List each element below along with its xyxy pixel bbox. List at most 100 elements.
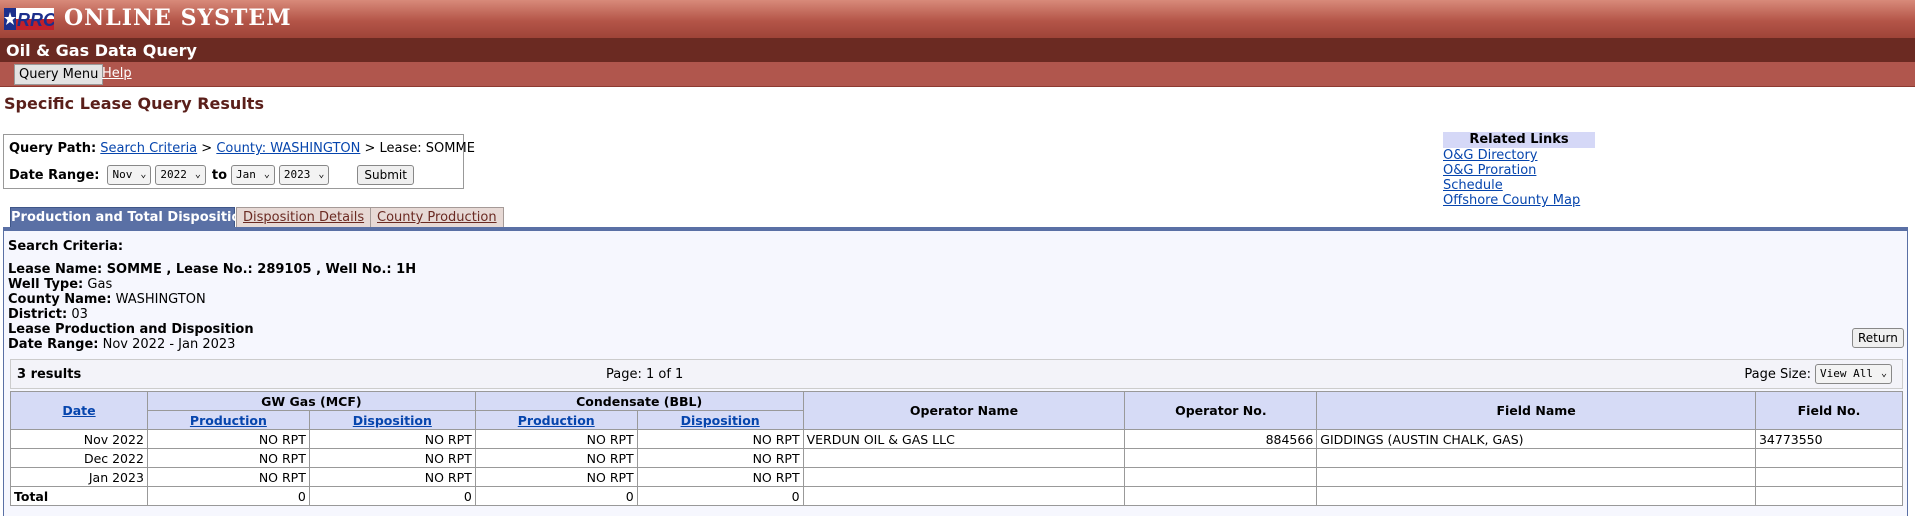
gw-production-sort-link[interactable]: Production bbox=[190, 413, 267, 428]
chevron-down-icon: ⌄ bbox=[140, 169, 147, 180]
total-label-cell: Total bbox=[10, 486, 148, 506]
table-row: Nov 2022 NO RPT NO RPT NO RPT NO RPT VER… bbox=[10, 429, 1904, 449]
tab-county-production[interactable]: County Production bbox=[370, 207, 504, 228]
from-year-select[interactable]: 2022 ⌄ bbox=[155, 165, 206, 185]
table-row: Dec 2022 NO RPT NO RPT NO RPT NO RPT bbox=[10, 448, 1904, 468]
well-type-label: Well Type: bbox=[8, 277, 84, 292]
county-value: WASHINGTON bbox=[115, 292, 206, 307]
cond-disposition-sort-link[interactable]: Disposition bbox=[681, 413, 760, 428]
gw-production-header[interactable]: Production bbox=[146, 410, 310, 430]
search-criteria: Search Criteria: Lease Name: SOMME , Lea… bbox=[8, 239, 416, 352]
cond-production-sort-link[interactable]: Production bbox=[518, 413, 595, 428]
results-panel: Search Criteria: Lease Name: SOMME , Lea… bbox=[3, 227, 1908, 516]
cond-production-cell: NO RPT bbox=[474, 467, 638, 487]
cond-production-cell: NO RPT bbox=[474, 429, 638, 449]
menu-bar: Query Menu Help bbox=[0, 62, 1915, 87]
cond-disposition-header[interactable]: Disposition bbox=[636, 410, 804, 430]
page-size-value: View All bbox=[1820, 367, 1873, 380]
district-value: 03 bbox=[71, 307, 88, 322]
gw-gas-group-header: GW Gas (MCF) bbox=[146, 391, 476, 411]
cond-production-cell: NO RPT bbox=[474, 448, 638, 468]
county-label: County Name: bbox=[8, 292, 112, 307]
cond-production-total: 0 bbox=[474, 486, 638, 506]
to-month-select[interactable]: Jan ⌄ bbox=[231, 165, 275, 185]
breadcrumb-search-criteria[interactable]: Search Criteria bbox=[100, 141, 197, 156]
page-size-label: Page Size: bbox=[1744, 366, 1812, 382]
operator-name-header: Operator Name bbox=[802, 391, 1126, 430]
cond-disposition-cell: NO RPT bbox=[636, 448, 804, 468]
from-month-select[interactable]: Nov ⌄ bbox=[107, 165, 152, 185]
submit-button[interactable]: Submit bbox=[357, 165, 414, 185]
criteria-date-range-label: Date Range: bbox=[8, 337, 99, 352]
return-button[interactable]: Return bbox=[1852, 328, 1904, 348]
gw-disposition-header[interactable]: Disposition bbox=[308, 410, 476, 430]
operator-no-header: Operator No. bbox=[1124, 391, 1318, 430]
field-name-cell bbox=[1316, 467, 1756, 487]
table-row: Jan 2023 NO RPT NO RPT NO RPT NO RPT bbox=[10, 467, 1904, 487]
help-link[interactable]: Help bbox=[102, 66, 132, 81]
operator-name-cell bbox=[802, 467, 1126, 487]
offshore-county-map-link[interactable]: Offshore County Map bbox=[1443, 193, 1595, 208]
gw-production-total: 0 bbox=[146, 486, 310, 506]
query-box: Query Path: Search Criteria > County: WA… bbox=[3, 134, 475, 189]
date-range-label: Date Range: bbox=[9, 167, 100, 183]
field-name-cell bbox=[1316, 448, 1756, 468]
operator-name-cell bbox=[802, 448, 1126, 468]
to-year-select[interactable]: 2023 ⌄ bbox=[278, 165, 330, 185]
well-type-value: Gas bbox=[87, 277, 113, 292]
operator-name-cell: VERDUN OIL & GAS LLC bbox=[802, 429, 1126, 449]
criteria-heading: Search Criteria: bbox=[8, 239, 124, 254]
gw-disposition-sort-link[interactable]: Disposition bbox=[353, 413, 432, 428]
rrc-logo-icon: RRC bbox=[4, 8, 54, 30]
breadcrumb-county[interactable]: County: WASHINGTON bbox=[216, 141, 360, 156]
to-month-value: Jan bbox=[236, 168, 256, 181]
operator-name-total bbox=[802, 486, 1126, 506]
date-range-row: Date Range: Nov ⌄ 2022 ⌄ to Jan ⌄ 2023 ⌄ Sub… bbox=[9, 165, 414, 185]
operator-no-cell: 884566 bbox=[1124, 429, 1318, 449]
cond-production-header[interactable]: Production bbox=[474, 410, 638, 430]
og-proration-schedule-link[interactable]: O&G Proration Schedule bbox=[1443, 163, 1595, 193]
to-year-value: 2023 bbox=[283, 168, 311, 181]
query-menu-button[interactable]: Query Menu bbox=[14, 64, 104, 85]
district-label: District: bbox=[8, 307, 68, 322]
page-info: Page: 1 of 1 bbox=[606, 367, 684, 382]
lease-production-heading: Lease Production and Disposition bbox=[8, 322, 254, 337]
field-no-header: Field No. bbox=[1754, 391, 1904, 430]
gw-disposition-total: 0 bbox=[308, 486, 476, 506]
system-title: ONLINE SYSTEM bbox=[64, 5, 292, 31]
to-label: to bbox=[211, 167, 228, 183]
date-column-header[interactable]: Date bbox=[10, 391, 148, 430]
results-bar: 3 results Page: 1 of 1 Page Size: View A… bbox=[10, 359, 1903, 389]
date-cell: Nov 2022 bbox=[10, 429, 148, 449]
gw-disposition-cell: NO RPT bbox=[308, 467, 476, 487]
operator-no-total bbox=[1124, 486, 1318, 506]
production-table: Date GW Gas (MCF) Condensate (BBL) Opera… bbox=[10, 391, 1904, 506]
condensate-group-header: Condensate (BBL) bbox=[474, 391, 804, 411]
og-directory-link[interactable]: O&G Directory bbox=[1443, 148, 1595, 163]
page-size-select[interactable]: View All ⌄ bbox=[1815, 364, 1892, 384]
field-no-total bbox=[1754, 486, 1904, 506]
operator-no-cell bbox=[1124, 448, 1318, 468]
date-cell: Dec 2022 bbox=[10, 448, 148, 468]
tab-disposition-details[interactable]: Disposition Details bbox=[236, 207, 372, 228]
table-total-row: Total 0 0 0 0 bbox=[10, 486, 1904, 506]
from-year-value: 2022 bbox=[160, 168, 187, 181]
header-banner: RRC ONLINE SYSTEM bbox=[0, 0, 1915, 38]
operator-no-cell bbox=[1124, 467, 1318, 487]
from-month-value: Nov bbox=[112, 168, 133, 181]
field-name-total bbox=[1316, 486, 1756, 506]
breadcrumb-separator: > bbox=[364, 141, 376, 156]
gw-disposition-cell: NO RPT bbox=[308, 429, 476, 449]
svg-text:RRC: RRC bbox=[17, 10, 54, 30]
chevron-down-icon: ⌄ bbox=[263, 169, 270, 180]
date-sort-link[interactable]: Date bbox=[62, 403, 95, 418]
app-title-bar: Oil & Gas Data Query bbox=[0, 38, 1915, 62]
page-title: Specific Lease Query Results bbox=[4, 94, 264, 113]
page-size-control: Page Size: View All ⌄ bbox=[1744, 364, 1896, 384]
gw-production-cell: NO RPT bbox=[146, 448, 310, 468]
breadcrumb-current: Lease: SOMME bbox=[379, 141, 475, 156]
app-title: Oil & Gas Data Query bbox=[6, 41, 197, 60]
lease-info: Lease Name: SOMME , Lease No.: 289105 , … bbox=[8, 262, 417, 277]
related-links-heading: Related Links bbox=[1443, 132, 1595, 148]
field-name-cell: GIDDINGS (AUSTIN CHALK, GAS) bbox=[1316, 429, 1756, 449]
